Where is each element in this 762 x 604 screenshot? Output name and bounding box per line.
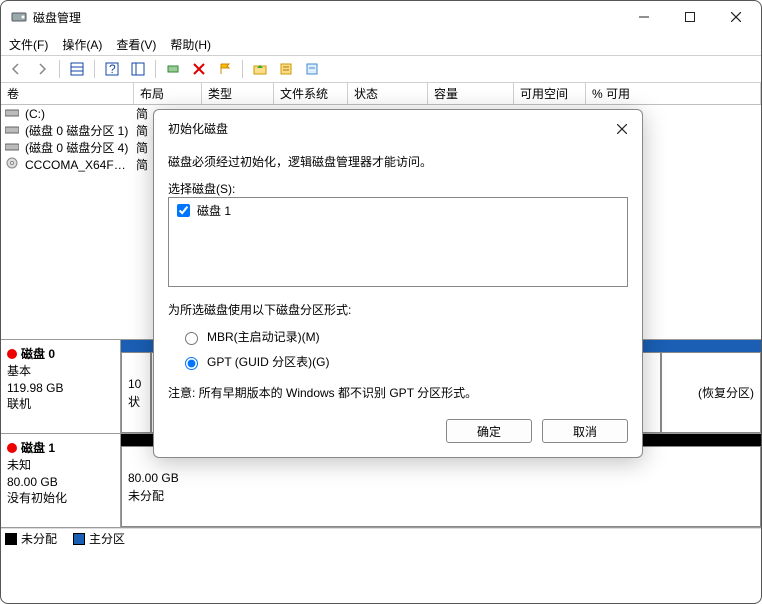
- maximize-button[interactable]: [667, 2, 713, 32]
- folder-up-icon[interactable]: [249, 58, 271, 80]
- disk-title: 磁盘 0: [21, 346, 55, 363]
- col-status[interactable]: 状态: [348, 83, 428, 104]
- disk-type: 未知: [7, 457, 114, 474]
- partition-unallocated[interactable]: 80.00 GB 未分配: [121, 446, 761, 527]
- flag-icon[interactable]: [214, 58, 236, 80]
- minimize-button[interactable]: [621, 2, 667, 32]
- disk-status: 没有初始化: [7, 490, 114, 507]
- dialog-title: 初始化磁盘: [168, 120, 228, 137]
- menu-action[interactable]: 操作(A): [62, 36, 102, 53]
- delete-icon[interactable]: [188, 58, 210, 80]
- disk-title: 磁盘 1: [21, 440, 55, 457]
- disk-info: 磁盘 0 基本 119.98 GB 联机: [1, 340, 121, 433]
- help-icon[interactable]: ?: [101, 58, 123, 80]
- cancel-button[interactable]: 取消: [542, 419, 628, 443]
- col-type[interactable]: 类型: [202, 83, 274, 104]
- legend-swatch-unalloc: [5, 533, 17, 545]
- dialog-close-button[interactable]: [614, 121, 630, 137]
- legend-unalloc: 未分配: [21, 530, 57, 547]
- toolbar: ?: [1, 55, 761, 83]
- mbr-radio[interactable]: [185, 332, 198, 345]
- drive-icon: [5, 107, 21, 121]
- initialize-disk-dialog: 初始化磁盘 磁盘必须经过初始化，逻辑磁盘管理器才能访问。 选择磁盘(S): 磁盘…: [153, 109, 643, 458]
- close-button[interactable]: [713, 2, 759, 32]
- disk-checkbox-label: 磁盘 1: [197, 202, 231, 219]
- partition-style-group: MBR(主启动记录)(M) GPT (GUID 分区表)(G): [180, 324, 628, 374]
- cd-icon: [5, 156, 21, 173]
- svg-text:?: ?: [109, 62, 116, 76]
- col-capacity[interactable]: 容量: [428, 83, 514, 104]
- disk-status-dot: [7, 349, 17, 359]
- menu-file[interactable]: 文件(F): [9, 36, 48, 53]
- mbr-label: MBR(主启动记录)(M): [207, 328, 320, 345]
- col-volume[interactable]: 卷: [1, 83, 134, 104]
- col-free[interactable]: 可用空间: [514, 83, 586, 104]
- legend-primary: 主分区: [89, 530, 125, 547]
- partition-style-label: 为所选磁盘使用以下磁盘分区形式:: [168, 301, 628, 318]
- disk-checkbox[interactable]: [177, 204, 190, 217]
- volume-name: (磁盘 0 磁盘分区 1): [25, 122, 136, 139]
- ok-button[interactable]: 确定: [446, 419, 532, 443]
- dialog-intro: 磁盘必须经过初始化，逻辑磁盘管理器才能访问。: [168, 153, 628, 170]
- drive-icon: [5, 141, 21, 155]
- disk-info: 磁盘 1 未知 80.00 GB 没有初始化: [1, 434, 121, 527]
- disk-size: 80.00 GB: [7, 474, 114, 491]
- menubar: 文件(F) 操作(A) 查看(V) 帮助(H): [1, 33, 761, 55]
- volume-grid-header: 卷 布局 类型 文件系统 状态 容量 可用空间 % 可用: [1, 83, 761, 105]
- partition-size: 80.00 GB: [128, 469, 754, 487]
- dialog-note: 注意: 所有早期版本的 Windows 都不识别 GPT 分区形式。: [168, 384, 628, 401]
- partition-label: 状: [128, 393, 144, 411]
- disk-select-list[interactable]: 磁盘 1: [168, 197, 628, 287]
- view-detail-icon[interactable]: [127, 58, 149, 80]
- disk-select-item[interactable]: 磁盘 1: [171, 200, 625, 221]
- settings-icon[interactable]: [301, 58, 323, 80]
- drive-icon: [5, 124, 21, 138]
- partition[interactable]: 10 状: [121, 352, 151, 433]
- menu-view[interactable]: 查看(V): [116, 36, 156, 53]
- forward-button[interactable]: [31, 58, 53, 80]
- volume-name: (磁盘 0 磁盘分区 4): [25, 139, 136, 156]
- disk-mgmt-icon: [11, 9, 27, 25]
- refresh-icon[interactable]: [162, 58, 184, 80]
- volume-name: CCCOMA_X64FR...: [25, 158, 136, 172]
- partition-status: 未分配: [128, 487, 754, 505]
- legend: 未分配 主分区: [1, 528, 761, 548]
- disk-status-dot: [7, 443, 17, 453]
- view-list-icon[interactable]: [66, 58, 88, 80]
- mbr-option[interactable]: MBR(主启动记录)(M): [180, 324, 628, 349]
- properties-icon[interactable]: [275, 58, 297, 80]
- gpt-label: GPT (GUID 分区表)(G): [207, 353, 329, 370]
- disk-size: 119.98 GB: [7, 380, 114, 397]
- gpt-radio[interactable]: [185, 357, 198, 370]
- partition-label: 10: [128, 375, 144, 393]
- col-filesystem[interactable]: 文件系统: [274, 83, 348, 104]
- select-disk-label: 选择磁盘(S):: [168, 180, 628, 197]
- menu-help[interactable]: 帮助(H): [170, 36, 211, 53]
- col-layout[interactable]: 布局: [134, 83, 202, 104]
- legend-swatch-primary: [73, 533, 85, 545]
- partition-recovery[interactable]: (恢复分区): [661, 352, 761, 433]
- partition-label: (恢复分区): [668, 384, 754, 402]
- disk-type: 基本: [7, 363, 114, 380]
- volume-name: (C:): [25, 107, 136, 121]
- back-button[interactable]: [5, 58, 27, 80]
- gpt-option[interactable]: GPT (GUID 分区表)(G): [180, 349, 628, 374]
- titlebar: 磁盘管理: [1, 1, 761, 33]
- window-title: 磁盘管理: [33, 9, 621, 26]
- col-percent[interactable]: % 可用: [586, 83, 761, 104]
- disk-status: 联机: [7, 396, 114, 413]
